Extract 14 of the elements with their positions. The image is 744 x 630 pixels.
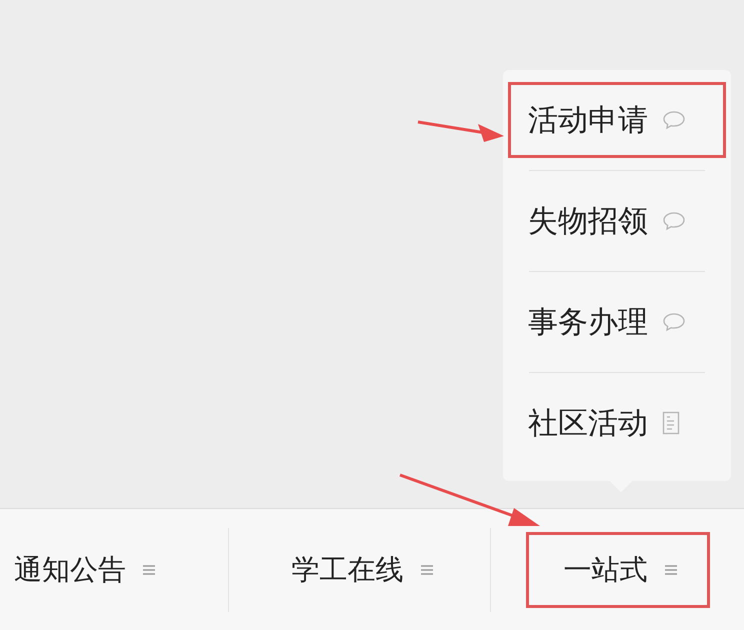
menu-item[interactable]: 社区活动 <box>510 387 724 459</box>
document-icon <box>662 411 680 435</box>
menu-icon <box>142 562 156 576</box>
menu-tab[interactable]: 一站式 <box>528 534 708 606</box>
menu-icon <box>664 562 678 576</box>
speech-bubble-icon <box>662 110 686 130</box>
menu-tab[interactable]: 学工在线 <box>256 534 464 606</box>
menu-item[interactable]: 事务办理 <box>510 286 724 358</box>
speech-bubble-icon <box>662 312 686 332</box>
speech-bubble-icon <box>662 211 686 231</box>
menu-tab[interactable]: 通知公告 <box>4 534 186 606</box>
menu-icon <box>420 562 434 576</box>
menu-item[interactable]: 失物招领 <box>510 185 724 257</box>
menu-item[interactable]: 活动申请 <box>510 84 724 156</box>
